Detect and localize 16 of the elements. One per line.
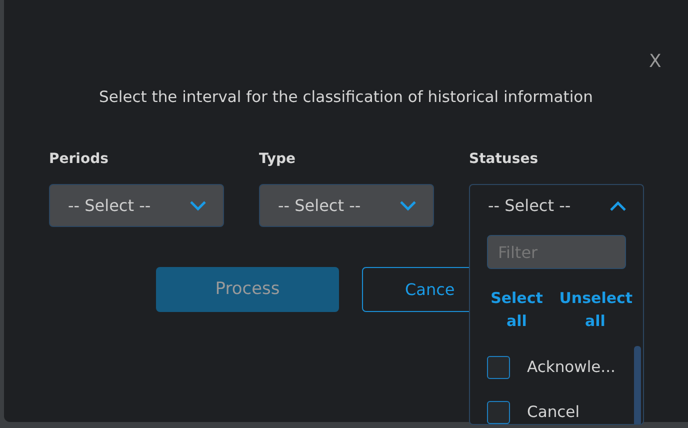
scrollbar-thumb[interactable] <box>634 346 641 424</box>
chevron-down-icon <box>189 200 207 211</box>
close-button[interactable]: X <box>645 49 666 75</box>
dialog-title: Select the interval for the classification of historical information <box>99 88 593 106</box>
option-label: Cancel <box>527 402 580 423</box>
unselect-all-link[interactable]: Unselect all <box>559 287 632 333</box>
option-label: Acknowle... <box>527 356 616 378</box>
checkbox[interactable] <box>487 356 510 379</box>
chevron-down-icon <box>399 200 417 211</box>
field-label: Statuses <box>469 150 538 168</box>
field-label: Type <box>259 150 296 168</box>
chevron-up-icon <box>609 200 627 212</box>
select-field[interactable]: -- Select -- <box>259 184 434 227</box>
select-field[interactable]: -- Select -- <box>49 184 224 227</box>
field-label: Periods <box>49 150 108 168</box>
checkbox[interactable] <box>487 401 510 424</box>
